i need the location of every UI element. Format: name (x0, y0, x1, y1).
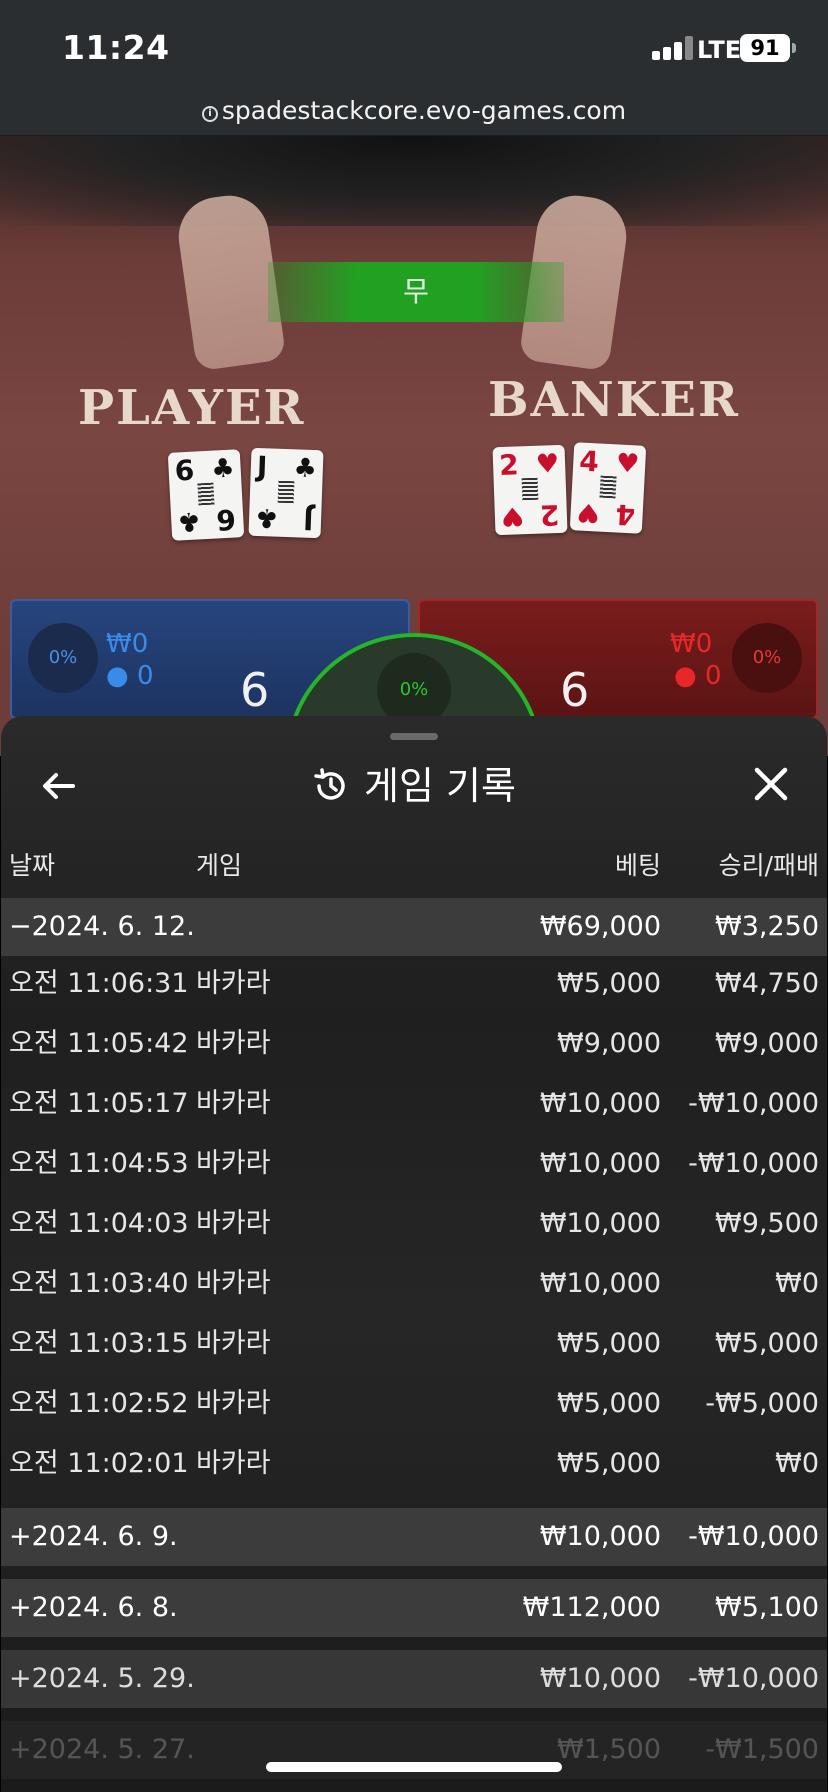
player-card-1: 6 ♣ 6 ♣ (167, 449, 245, 541)
home-indicator[interactable] (266, 1762, 562, 1772)
history-row[interactable]: 오전 11:03:40 바카라 ₩10,000 ₩0 (1, 1254, 827, 1314)
user-icon: ● (106, 661, 129, 691)
date-group-row[interactable]: +2024. 6. 8. ₩112,000 ₩5,100 (1, 1579, 827, 1637)
banker-count: ● 0 (674, 661, 722, 691)
status-bar: 11:24 LTE 91 (0, 0, 828, 94)
banker-score: 6 (560, 663, 590, 717)
player-count: ● 0 (106, 661, 154, 691)
player-percent: 0% (28, 623, 98, 693)
battery-tip (792, 43, 796, 53)
banker-amount: ₩0 (670, 629, 713, 659)
banker-percent: 0% (732, 623, 802, 693)
panel-title: 게임 기록 (1, 756, 827, 816)
date-group-row[interactable]: +2024. 5. 29. ₩10,000 -₩10,000 (1, 1650, 827, 1708)
dealer-shadow (0, 136, 828, 226)
drag-handle[interactable] (390, 733, 438, 740)
history-row[interactable]: 오전 11:04:53 바카라 ₩10,000 -₩10,000 (1, 1134, 827, 1194)
close-icon (754, 767, 788, 801)
battery-icon: 91 (740, 34, 790, 62)
live-game-view: 무 PLAYER BANKER 6 ♣ 6 ♣ J ♣ J ♣ 2 ♥ 2 ♥ 4 ♥ 4 ♥ … (0, 136, 828, 756)
date-group-row[interactable]: +2024. 6. 9. ₩10,000 -₩10,000 (1, 1508, 827, 1566)
history-row[interactable]: 오전 11:06:31 바카라 ₩5,000 ₩4,750 (1, 954, 827, 1014)
banker-card-1: 2 ♥ 2 ♥ (492, 444, 568, 536)
address-bar[interactable]: i spadestackcore.evo-games.com (0, 94, 828, 136)
player-label: PLAYER (78, 380, 306, 436)
history-row[interactable]: 오전 11:02:01 바카라 ₩5,000 ₩0 (1, 1434, 827, 1494)
banker-label: BANKER (488, 372, 740, 428)
col-game: 게임 (196, 851, 243, 880)
history-row[interactable]: 오전 11:03:15 바카라 ₩5,000 ₩5,000 (1, 1314, 827, 1374)
history-row[interactable]: 오전 11:05:17 바카라 ₩10,000 -₩10,000 (1, 1074, 827, 1134)
banker-card-2: 4 ♥ 4 ♥ (569, 442, 647, 534)
url-text: spadestackcore.evo-games.com (221, 96, 627, 125)
player-amount: ₩0 (106, 629, 149, 659)
col-date: 날짜 (9, 851, 56, 880)
user-icon: ● (674, 661, 697, 691)
url-display[interactable]: i spadestackcore.evo-games.com (0, 94, 828, 128)
result-banner: 무 (268, 262, 564, 322)
history-row[interactable]: 오전 11:04:03 바카라 ₩10,000 ₩9,500 (1, 1194, 827, 1254)
player-card-2: J ♣ J ♣ (248, 447, 324, 539)
panel-title-text: 게임 기록 (364, 764, 516, 808)
history-row[interactable]: 오전 11:05:42 바카라 ₩9,000 ₩9,000 (1, 1014, 827, 1074)
network-type: LTE (697, 36, 742, 64)
date-group-row[interactable]: −2024. 6. 12. ₩69,000 ₩3,250 (1, 898, 827, 956)
history-row[interactable]: 오전 11:02:52 바카라 ₩5,000 -₩5,000 (1, 1374, 827, 1434)
clock: 11:24 (62, 28, 170, 67)
col-bet: 베팅 (614, 851, 661, 880)
col-win-loss: 승리/패배 (718, 851, 819, 880)
player-score: 6 (240, 663, 270, 717)
close-button[interactable] (749, 762, 793, 806)
info-icon: i (201, 106, 218, 122)
signal-icon (652, 36, 694, 60)
game-history-panel: 게임 기록 날짜 게임 베팅 승리/패배 −2024. 6. 12. ₩69,0… (1, 716, 827, 1792)
history-icon (314, 768, 345, 800)
